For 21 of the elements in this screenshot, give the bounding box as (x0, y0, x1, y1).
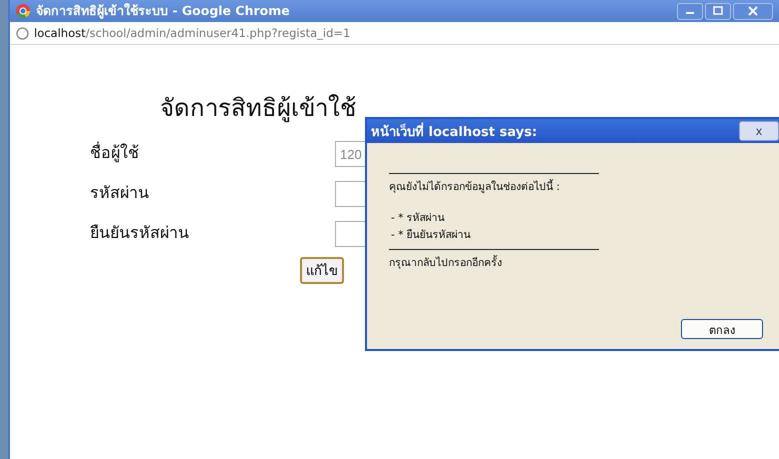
close-icon (748, 6, 758, 16)
dialog-footer-text: กรุณากลับไปกรอกอีกครั้ง (389, 254, 503, 271)
page-heading: จัดการสิทธิผู้เข้าใช้ (160, 93, 356, 123)
dialog-title: หน้าเว็บที่ localhost says: (371, 122, 538, 142)
close-button[interactable] (733, 2, 773, 20)
ok-button[interactable]: ตกลง (681, 319, 763, 339)
field-label: รหัสผ่าน (90, 182, 150, 204)
close-button[interactable]: x (739, 121, 779, 141)
browser-logo-icon (16, 4, 30, 18)
globe-icon (16, 26, 29, 40)
minimize-button[interactable] (677, 2, 703, 20)
missing-field-item: - * รหัสผ่าน (391, 211, 446, 226)
field-label: ชื่อผู้ใช้ (90, 140, 140, 164)
field-label: ยืนยันรหัสผ่าน (90, 222, 190, 244)
maximize-icon (713, 6, 723, 16)
window-title: จัดการสิทธิผู้เข้าใช้ระบบ - Google Chrome (36, 2, 291, 21)
url-text: localhost/school/admin/adminuser41.php?regista_id=1 (34, 26, 350, 40)
missing-field-item: - * ยืนยันรหัสผ่าน (391, 228, 472, 243)
dialog-message: คุณยังไม่ได้กรอกข้อมูลในช่องต่อไปนี้ : (389, 178, 561, 195)
edit-button[interactable]: แก้ไข (300, 257, 344, 284)
maximize-button[interactable] (705, 2, 731, 20)
